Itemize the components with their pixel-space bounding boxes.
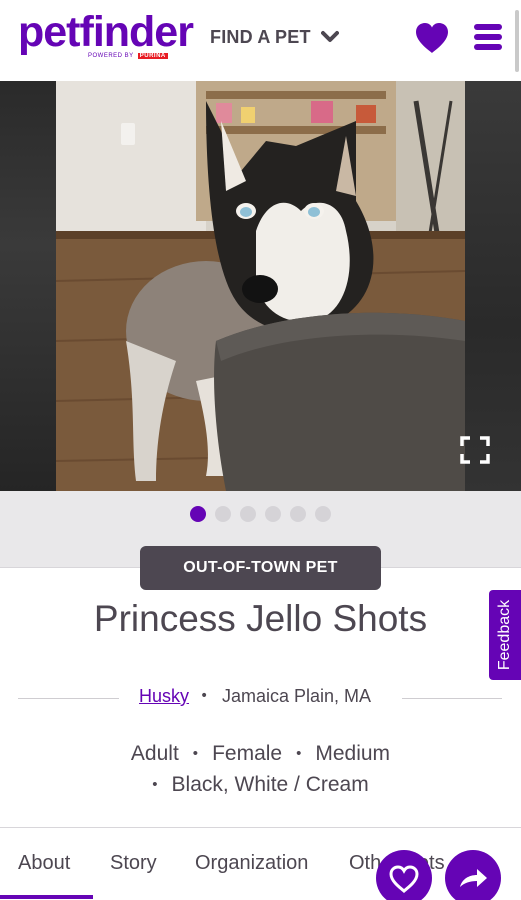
pet-location: Jamaica Plain, MA [222,686,372,706]
next-photo-preview[interactable] [465,81,521,491]
decorative-line-right [402,698,502,699]
find-a-pet-menu[interactable]: FIND A PET [210,24,339,50]
breed-location-row: Husky • Jamaica Plain, MA [0,686,521,710]
feedback-button[interactable]: Feedback [489,590,521,680]
share-arrow-icon [460,869,487,887]
logo-tagline: POWERED BY PURINA [88,53,168,59]
heart-outline-icon [389,865,419,894]
pet-attributes-row-1: Adult • Female • Medium [0,742,521,766]
pet-attributes-row-2: • Black, White / Cream [0,773,521,797]
tab-organization[interactable]: Organization [195,852,308,875]
pet-photo-image [56,81,465,491]
carousel-dot-1[interactable] [190,506,206,522]
pet-age: Adult [130,742,179,765]
tab-story[interactable]: Story [110,852,157,875]
tab-about[interactable]: About [18,852,70,875]
pet-gender: Female [212,742,283,765]
share-pet-button[interactable] [445,850,501,900]
carousel-dot-6[interactable] [315,506,331,522]
favorite-pet-button[interactable] [376,850,432,900]
pet-size: Medium [315,742,391,765]
breed-link[interactable]: Husky [139,686,189,707]
carousel-dot-3[interactable] [240,506,256,522]
carousel-dot-4[interactable] [265,506,281,522]
favorites-heart-icon[interactable] [414,22,450,54]
pet-color: Black, White / Cream [171,773,369,796]
chevron-down-icon [320,31,339,42]
hamburger-menu-icon[interactable] [474,21,504,53]
feedback-label: Feedback [496,599,513,671]
previous-photo-preview[interactable] [0,81,56,491]
bullet-separator: • [152,776,158,793]
bullet-separator: • [200,688,209,704]
site-header: petfinder POWERED BY PURINA FIND A PET [0,0,521,81]
fullscreen-expand-icon[interactable] [460,436,490,464]
carousel-dot-5[interactable] [290,506,306,522]
purina-logo: PURINA [137,53,168,59]
petfinder-logo[interactable]: petfinder POWERED BY PURINA [18,8,194,59]
logo-wordmark: petfinder [18,8,194,56]
find-a-pet-label: FIND A PET [210,26,311,47]
logo-powered-text: POWERED BY [88,53,134,59]
carousel-dot-2[interactable] [215,506,231,522]
out-of-town-badge: OUT-OF-TOWN PET [140,546,381,590]
decorative-line-left [18,698,119,699]
scrollbar[interactable] [515,10,519,72]
pet-detail-tabs: About Story Organization Other Pets [0,828,521,900]
bullet-separator: • [192,745,199,762]
carousel-dots [190,506,331,522]
bullet-separator: • [296,745,302,762]
photo-carousel[interactable] [0,81,521,491]
pet-photo[interactable] [56,81,465,491]
pet-name: Princess Jello Shots [93,598,428,639]
active-tab-indicator [0,895,93,899]
